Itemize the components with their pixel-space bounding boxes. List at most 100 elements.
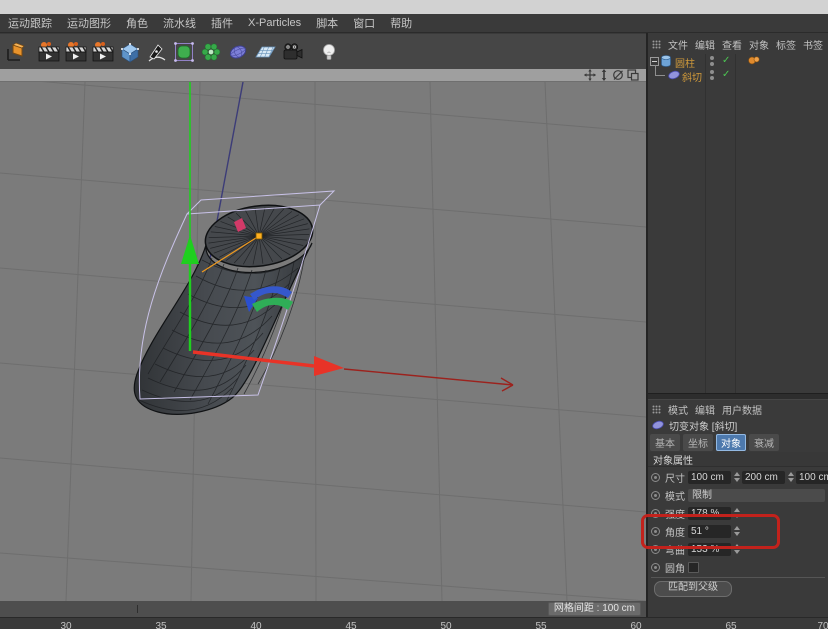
menu-character[interactable]: 角色	[126, 15, 148, 31]
mode-dropdown[interactable]: 限制	[688, 489, 825, 502]
angle-input[interactable]: 51 °	[688, 525, 731, 538]
om-menu-file[interactable]: 文件	[668, 37, 688, 52]
bend-label: 弯曲	[665, 542, 688, 557]
strength-input[interactable]: 178 %	[688, 507, 731, 520]
ruler-tick: 30	[55, 621, 77, 629]
om-column-separator	[735, 54, 736, 393]
enabled-check[interactable]: ✓	[722, 68, 730, 81]
am-menu-mode[interactable]: 模式	[668, 402, 688, 417]
fit-to-parent-button[interactable]: 匹配到父级	[654, 581, 732, 597]
shear-deformer-icon	[652, 420, 664, 430]
subdivision-surface-icon[interactable]	[170, 37, 197, 66]
object-row-shear[interactable]: 斜切 ✓	[648, 68, 828, 82]
menu-mograph[interactable]: 运动图形	[67, 15, 111, 31]
menu-help[interactable]: 帮助	[390, 15, 412, 31]
menu-plugins[interactable]: 插件	[211, 15, 233, 31]
panel-grid-icon[interactable]	[652, 40, 661, 49]
tab-basic[interactable]: 基本	[650, 434, 680, 451]
phong-tag-icon[interactable]	[748, 56, 760, 65]
am-menu-userdata[interactable]: 用户数据	[722, 402, 762, 417]
menu-xparticles[interactable]: X-Particles	[248, 17, 301, 29]
fillet-row: 圆角	[648, 558, 828, 576]
tab-object[interactable]: 对象	[716, 434, 746, 451]
menu-window[interactable]: 窗口	[353, 15, 375, 31]
ruler-tick: 70	[812, 621, 828, 629]
keyframe-circle[interactable]	[651, 509, 660, 518]
viewport-header-bar	[0, 69, 646, 82]
strip-notch	[137, 605, 138, 613]
mode-label: 模式	[665, 488, 688, 503]
size-x-input[interactable]: 100 cm	[688, 471, 731, 484]
tab-coordinates[interactable]: 坐标	[683, 434, 713, 451]
menu-script[interactable]: 脚本	[316, 15, 338, 31]
attribute-object-title: 切变对象 [斜切]	[648, 417, 828, 433]
om-menu-bookmarks[interactable]: 书签	[803, 37, 823, 52]
object-row-cylinder[interactable]: 圆柱 ✓	[648, 54, 828, 68]
angle-row: 角度 51 °	[648, 522, 828, 540]
spline-pen-icon[interactable]	[143, 37, 170, 66]
keyframe-circle[interactable]	[651, 473, 660, 482]
menu-motion-tracker[interactable]: 运动跟踪	[8, 15, 52, 31]
bend-stepper[interactable]	[733, 543, 740, 556]
keyframe-circle[interactable]	[651, 563, 660, 572]
size-y-input[interactable]: 200 cm	[742, 471, 785, 484]
keyframe-circle[interactable]	[651, 545, 660, 554]
tab-falloff[interactable]: 衰减	[749, 434, 779, 451]
menu-pipeline[interactable]: 流水线	[163, 15, 196, 31]
pan-view-icon[interactable]	[583, 69, 596, 81]
om-column-separator	[705, 54, 706, 393]
fillet-label: 圆角	[665, 560, 688, 575]
keyframe-circle[interactable]	[651, 491, 660, 500]
om-menu-edit[interactable]: 编辑	[695, 37, 715, 52]
cinema4d-window: 运动跟踪 运动图形 角色 流水线 插件 X-Particles 脚本 窗口 帮助	[0, 0, 828, 629]
size-z-input[interactable]: 100 cm	[796, 471, 828, 484]
object-name[interactable]: 斜切	[682, 69, 702, 84]
floor-grid-icon[interactable]	[251, 37, 278, 66]
ruler-tick: 35	[150, 621, 172, 629]
mode-row: 模式 限制	[648, 486, 828, 504]
om-menu-view[interactable]: 查看	[722, 37, 742, 52]
camera-icon[interactable]	[278, 37, 305, 66]
clapperboard-play-2-icon[interactable]	[89, 37, 116, 66]
size-row: 尺寸 100 cm 200 cm 100 cm	[648, 468, 828, 486]
title-strip	[0, 0, 828, 14]
attribute-tabs: 基本 坐标 对象 衰减	[650, 434, 779, 450]
perspective-viewport[interactable]	[0, 82, 646, 601]
om-menu-tags[interactable]: 标签	[776, 37, 796, 52]
strength-label: 强度	[665, 506, 688, 521]
origin-handle-point[interactable]	[256, 233, 262, 239]
viewport-canvas	[0, 82, 646, 601]
right-panel: 文件 编辑 查看 对象 标签 书签 圆柱 ✓	[646, 33, 828, 617]
size-x-stepper[interactable]	[733, 471, 740, 484]
bend-input[interactable]: 153 %	[688, 543, 731, 556]
timeline-ruler[interactable]: 30 35 40 45 50 55 60 65 70	[0, 617, 828, 629]
om-menu-objects[interactable]: 对象	[749, 37, 769, 52]
mograph-array-icon[interactable]	[197, 37, 224, 66]
enabled-check[interactable]: ✓	[722, 54, 730, 67]
light-icon[interactable]	[315, 37, 342, 66]
clapperboard-record-icon[interactable]	[35, 37, 62, 66]
clapperboard-play-1-icon[interactable]	[62, 37, 89, 66]
ruler-tick: 50	[435, 621, 457, 629]
angle-stepper[interactable]	[733, 525, 740, 538]
ruler-tick: 40	[245, 621, 267, 629]
section-separator	[651, 577, 825, 578]
panel-splitter[interactable]	[648, 393, 828, 400]
strength-stepper[interactable]	[733, 507, 740, 520]
toggle-views-icon[interactable]	[626, 69, 639, 81]
coordinate-cube-icon[interactable]	[2, 37, 29, 66]
panel-grid-icon[interactable]	[652, 405, 661, 414]
size-y-stepper[interactable]	[787, 471, 794, 484]
strength-row: 强度 178 %	[648, 504, 828, 522]
primitive-cube-icon[interactable]	[116, 37, 143, 66]
fillet-checkbox[interactable]	[688, 562, 699, 573]
angle-label: 角度	[665, 524, 688, 539]
shear-deformer-icon	[668, 70, 680, 80]
am-menu-edit[interactable]: 编辑	[695, 402, 715, 417]
dolly-view-icon[interactable]	[597, 69, 610, 81]
main-menu-bar: 运动跟踪 运动图形 角色 流水线 插件 X-Particles 脚本 窗口 帮助	[0, 14, 828, 33]
section-title-text: 对象属性	[653, 452, 693, 467]
deformer-icon[interactable]	[224, 37, 251, 66]
keyframe-circle[interactable]	[651, 527, 660, 536]
rotate-view-icon[interactable]	[611, 69, 624, 81]
